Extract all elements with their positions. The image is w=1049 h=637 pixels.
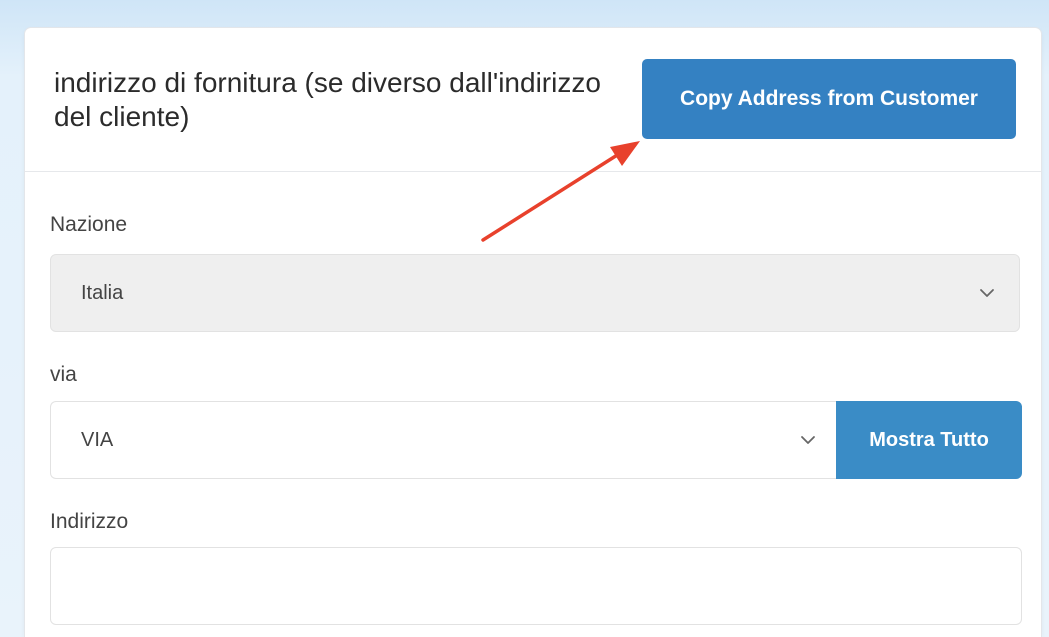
- indirizzo-input[interactable]: [50, 547, 1022, 625]
- nazione-label: Nazione: [50, 213, 128, 236]
- card-title: indirizzo di fornitura (se diverso dall'…: [54, 67, 601, 132]
- nazione-selected-value: Italia: [81, 282, 124, 304]
- copy-address-from-customer-button[interactable]: Copy Address from Customer: [642, 59, 1016, 139]
- supply-address-card: indirizzo di fornitura (se diverso dall'…: [25, 28, 1041, 637]
- chevron-down-icon: [980, 289, 994, 297]
- via-select[interactable]: VIA: [50, 401, 836, 479]
- card-header: indirizzo di fornitura (se diverso dall'…: [25, 28, 1041, 172]
- indirizzo-label: Indirizzo: [50, 510, 129, 533]
- via-label: via: [50, 363, 77, 386]
- show-all-button[interactable]: Mostra Tutto: [836, 401, 1022, 479]
- via-selected-value: VIA: [81, 429, 114, 451]
- chevron-down-icon: [801, 436, 815, 444]
- nazione-select[interactable]: Italia: [50, 254, 1020, 332]
